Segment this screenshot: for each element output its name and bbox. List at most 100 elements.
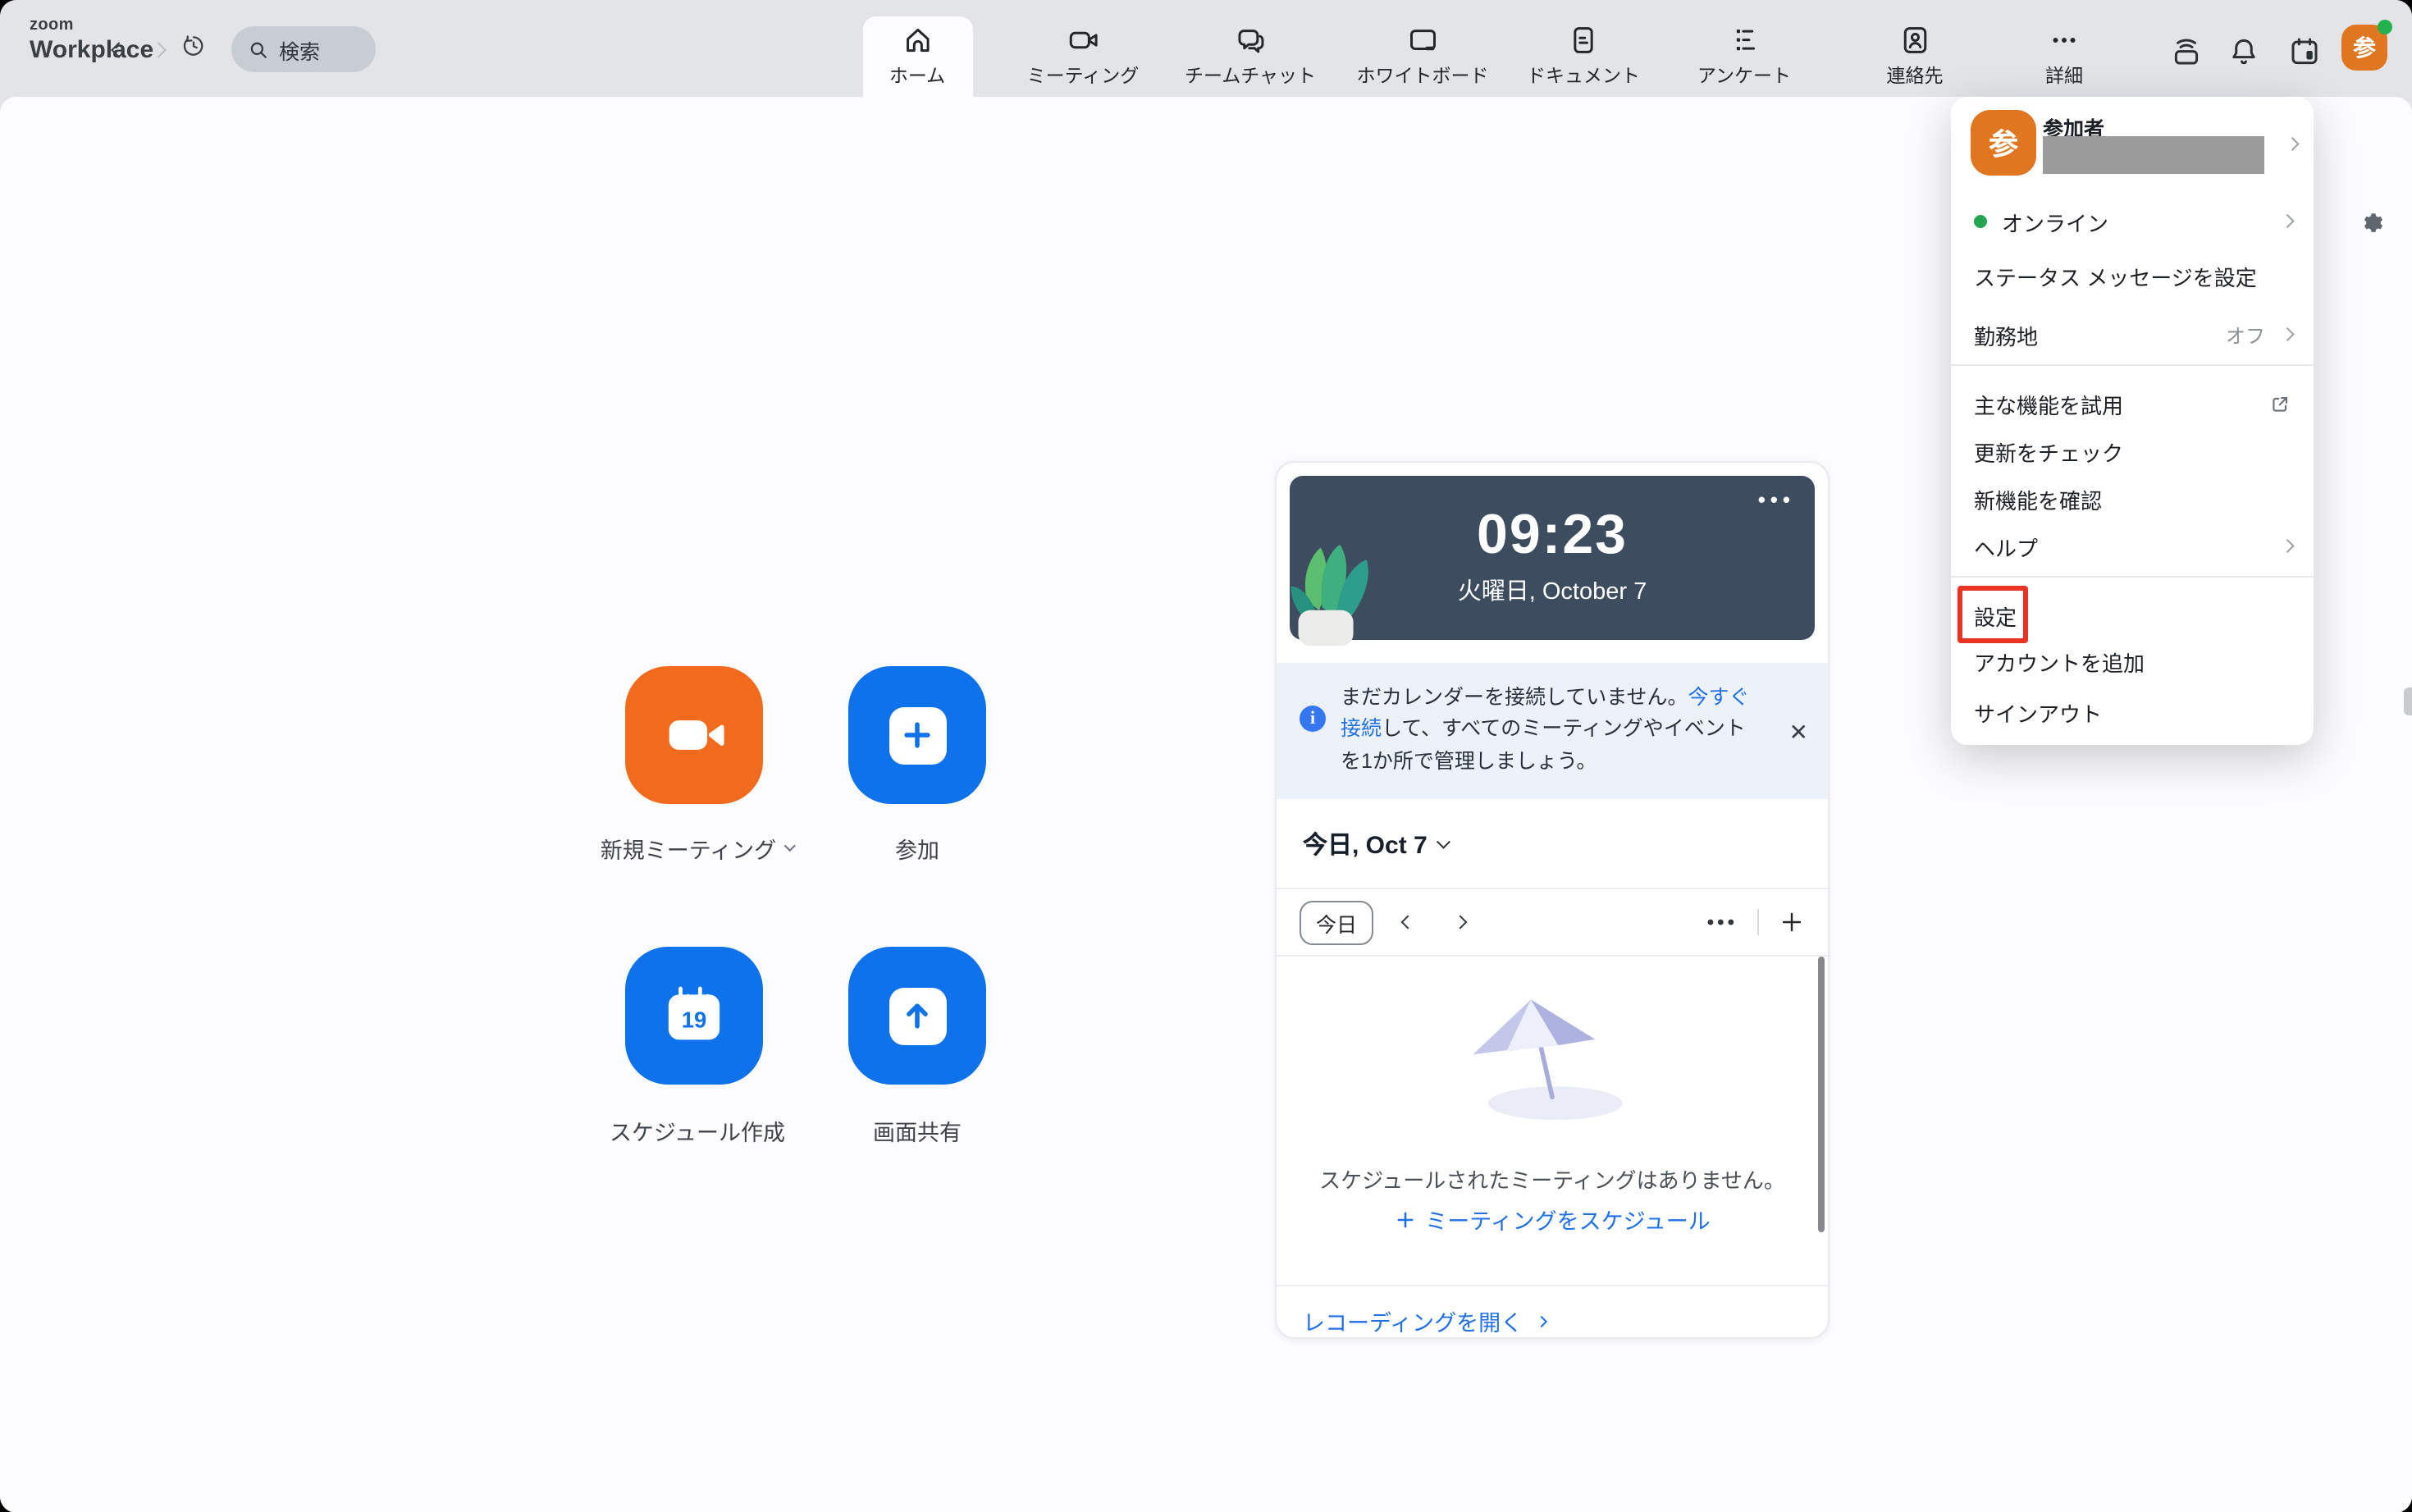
redacted-email xyxy=(2043,136,2264,174)
whiteboard-icon xyxy=(1405,22,1440,57)
video-camera-icon xyxy=(1066,22,1100,57)
banner-more-icon[interactable]: ••• xyxy=(1758,496,1795,505)
zoom-workplace-logo: zoom Workplace xyxy=(30,18,153,62)
divider xyxy=(1951,576,2314,578)
next-day-icon[interactable] xyxy=(1454,916,1468,930)
svg-text:19: 19 xyxy=(682,1007,707,1033)
chevron-down-icon xyxy=(1437,834,1450,847)
card-scrollbar[interactable] xyxy=(1818,957,1825,1232)
empty-message: スケジュールされたミーティングはありません。 xyxy=(1277,1163,1828,1195)
arrow-up-icon xyxy=(899,998,935,1034)
back-button[interactable] xyxy=(105,36,131,62)
menu-item-work-location[interactable]: 勤務地 オフ xyxy=(1951,310,2314,359)
top-bar: zoom Workplace 検索 ホーム ミーティング チームチャット xyxy=(0,0,2412,97)
tab-more-label: 詳細 xyxy=(2045,62,2083,88)
logo-zoom-text: zoom xyxy=(30,18,153,34)
menu-item-settings[interactable]: 設定 xyxy=(1951,591,2314,640)
search-icon xyxy=(248,39,269,60)
close-icon[interactable]: ✕ xyxy=(1789,719,1808,747)
tab-surveys[interactable]: アンケート xyxy=(1697,13,1791,97)
forward-button[interactable] xyxy=(144,36,171,62)
schedule-meeting-link[interactable]: ミーティングをスケジュール xyxy=(1277,1203,1828,1236)
menu-item-set-status-message[interactable]: ステータス メッセージを設定 xyxy=(1951,251,2314,300)
tab-whiteboard[interactable]: ホワイトボード xyxy=(1357,13,1489,97)
work-location-value: オフ xyxy=(2226,321,2265,349)
tab-whiteboard-label: ホワイトボード xyxy=(1357,62,1489,88)
ellipsis-icon xyxy=(2047,22,2081,57)
tab-team-chat-label: チームチャット xyxy=(1185,62,1316,88)
tab-docs-label: ドキュメント xyxy=(1527,62,1640,88)
beach-umbrella-illustration xyxy=(1446,980,1659,1135)
tab-home-label: ホーム xyxy=(889,62,945,88)
new-meeting-label: 新規ミーティング xyxy=(601,832,794,865)
menu-item-check-updates[interactable]: 更新をチェック xyxy=(1951,427,2314,476)
contacts-icon xyxy=(1898,22,1932,57)
presence-dot xyxy=(2378,20,2392,34)
menu-item-try-features[interactable]: 主な機能を試用 xyxy=(1951,379,2314,428)
calendar-connect-notice: i まだカレンダーを接続していません。今すぐ接続して、すべてのミーティングやイベ… xyxy=(1277,663,1828,799)
search-input[interactable]: 検索 xyxy=(231,26,376,72)
info-icon: i xyxy=(1300,706,1326,732)
calendar-toolbar: 今日 ••• xyxy=(1277,889,1828,955)
today-button[interactable]: 今日 xyxy=(1300,900,1373,944)
tab-meetings-label: ミーティング xyxy=(1027,62,1140,88)
menu-avatar: 参 xyxy=(1971,110,2036,176)
divider xyxy=(1757,909,1759,935)
join-label: 参加 xyxy=(895,832,939,865)
share-screen-button[interactable] xyxy=(848,947,986,1085)
toolbar-more-icon[interactable]: ••• xyxy=(1707,911,1738,934)
home-icon xyxy=(900,22,934,57)
tab-docs[interactable]: ドキュメント xyxy=(1527,13,1640,97)
online-dot xyxy=(1974,215,1987,228)
menu-item-add-account[interactable]: アカウントを追加 xyxy=(1951,637,2314,686)
join-button[interactable] xyxy=(848,666,986,804)
prev-day-icon[interactable] xyxy=(1401,916,1415,930)
date-header[interactable]: 今日, Oct 7 xyxy=(1303,827,1448,861)
tab-more[interactable]: 詳細 xyxy=(2045,13,2083,97)
new-meeting-button[interactable] xyxy=(625,666,763,804)
chevron-right-icon xyxy=(2285,138,2298,151)
notice-text: まだカレンダーを接続していません。今すぐ接続して、すべてのミーティングやイベント… xyxy=(1341,683,1754,778)
tab-contacts[interactable]: 連絡先 xyxy=(1887,13,1944,97)
empty-schedule: スケジュールされたミーティングはありません。 ミーティングをスケジュール xyxy=(1277,957,1828,1286)
history-icon[interactable] xyxy=(180,33,207,59)
plus-icon xyxy=(899,717,935,753)
menu-item-help[interactable]: ヘルプ xyxy=(1951,522,2314,571)
zoom-workplace-window: zoom Workplace 検索 ホーム ミーティング チームチャット xyxy=(0,0,2412,1512)
add-event-icon[interactable] xyxy=(1779,909,1805,935)
avatar-initial: 参 xyxy=(2353,31,2376,64)
menu-item-status[interactable]: オンライン xyxy=(1951,197,2314,246)
logo-workplace-text: Workplace xyxy=(30,38,153,62)
screen-cast-icon[interactable] xyxy=(2168,33,2204,69)
notifications-bell-icon[interactable] xyxy=(2225,33,2261,69)
window-scrollbar-nub[interactable] xyxy=(2404,687,2412,715)
profile-menu: 参 参加者 オンライン ステータス メッセージを設定 勤務地 オフ 主な機能を試… xyxy=(1951,97,2314,745)
screen: zoom Workplace 検索 ホーム ミーティング チームチャット xyxy=(0,0,2412,1512)
video-camera-filled-icon xyxy=(653,694,735,776)
calendar-card: ••• 09:23 火曜日, October 7 i まだカレンダーを接続してい… xyxy=(1275,461,1830,1339)
divider xyxy=(1951,364,2314,366)
chat-bubbles-icon xyxy=(1233,22,1268,57)
tab-contacts-label: 連絡先 xyxy=(1887,62,1944,88)
document-icon xyxy=(1566,22,1601,57)
plus-icon xyxy=(1394,1208,1415,1230)
search-placeholder: 検索 xyxy=(279,34,320,65)
calendar-19-icon: 19 xyxy=(658,980,730,1052)
divider xyxy=(1277,1285,1828,1286)
chevron-down-icon xyxy=(784,840,796,852)
main-content: 新規ミーティング 参加 19 スケジュール作成 画面共有 xyxy=(0,97,2412,1512)
tab-surveys-label: アンケート xyxy=(1697,62,1791,88)
share-screen-label: 画面共有 xyxy=(873,1114,962,1147)
menu-item-whats-new[interactable]: 新機能を確認 xyxy=(1951,474,2314,523)
clock-banner: ••• 09:23 火曜日, October 7 xyxy=(1290,476,1815,640)
schedule-button[interactable]: 19 xyxy=(625,947,763,1085)
survey-icon xyxy=(1727,22,1761,57)
calendar-icon[interactable] xyxy=(2286,33,2322,69)
menu-item-sign-out[interactable]: サインアウト xyxy=(1951,687,2314,737)
tab-meetings[interactable]: ミーティング xyxy=(1027,13,1140,97)
tab-home[interactable]: ホーム xyxy=(889,13,945,97)
tab-team-chat[interactable]: チームチャット xyxy=(1185,13,1316,97)
external-link-icon xyxy=(2269,393,2291,414)
settings-gear-icon[interactable] xyxy=(2359,210,2387,238)
open-recordings-link[interactable]: レコーディングを開く xyxy=(1303,1304,1546,1337)
